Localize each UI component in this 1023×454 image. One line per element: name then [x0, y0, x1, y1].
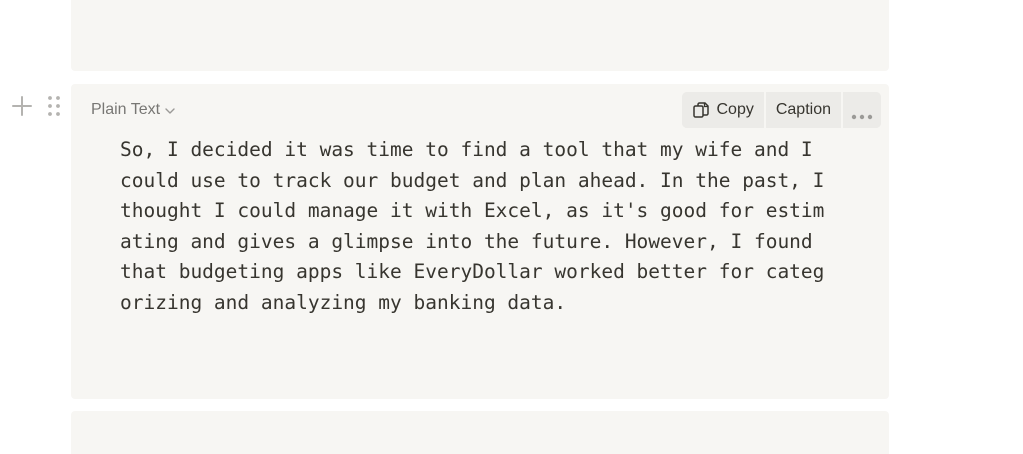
code-line: that budgeting apps like EveryDollar wor… [120, 260, 825, 284]
copy-icon [692, 101, 710, 119]
code-line: could use to track our budget and plan a… [120, 168, 825, 192]
previous-code-block[interactable] [71, 0, 889, 71]
more-options-button[interactable] [841, 92, 881, 128]
code-block: Plain Text Copy Caption So, I decided it… [71, 84, 889, 399]
code-line: ating and gives a glimpse into the futur… [120, 229, 813, 253]
caption-label: Caption [775, 101, 831, 118]
caption-button[interactable]: Caption [763, 92, 841, 128]
plus-icon[interactable] [10, 94, 34, 118]
code-line: So, I decided it was time to find a tool… [120, 138, 813, 161]
code-line: thought I could manage it with Excel, as… [120, 199, 825, 223]
code-block-toolbar: Copy Caption [682, 92, 881, 128]
next-code-block[interactable] [71, 411, 889, 454]
code-line: orizing and analyzing my banking data. [120, 290, 567, 314]
block-handle [10, 94, 66, 118]
language-label: Plain Text [91, 101, 161, 118]
code-content[interactable]: So, I decided it was time to find a tool… [120, 135, 880, 319]
language-selector[interactable]: Plain Text [91, 101, 176, 119]
chevron-down-icon [164, 104, 176, 116]
copy-label: Copy [716, 101, 754, 118]
more-horizontal-icon [851, 107, 873, 120]
page: Plain Text Copy Caption So, I decided it… [0, 0, 1023, 454]
drag-handle-icon[interactable] [42, 94, 66, 118]
copy-button[interactable]: Copy [682, 92, 764, 128]
